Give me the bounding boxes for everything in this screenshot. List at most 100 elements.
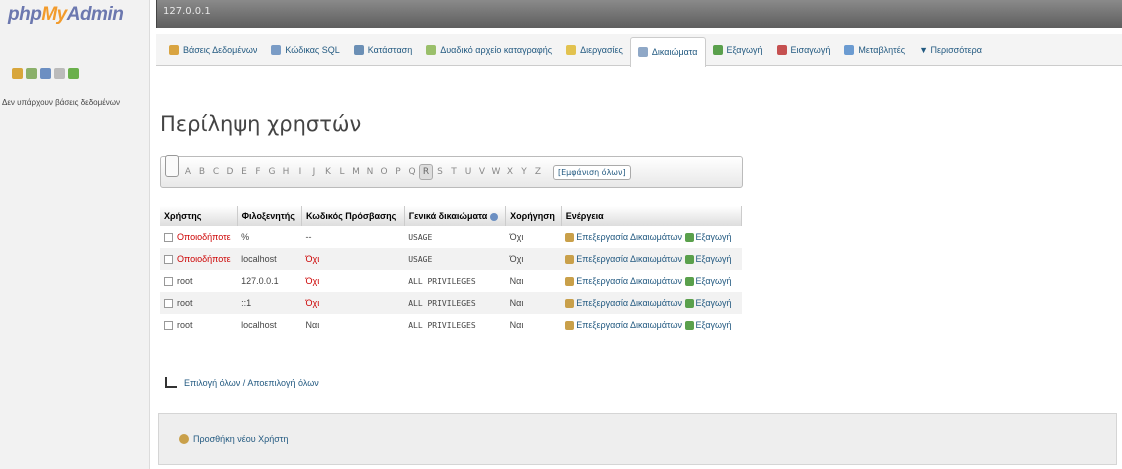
letter-r[interactable]: R xyxy=(419,164,433,180)
letter-j[interactable]: J xyxy=(307,167,321,177)
edit-privileges-link[interactable]: Επεξεργασία Δικαιωμάτων xyxy=(565,254,682,265)
processes-icon xyxy=(566,44,577,55)
table-header-row: Χρήστης Φιλοξενητής Κωδικός Πρόσβασης Γε… xyxy=(160,206,743,226)
row-checkbox[interactable] xyxy=(164,321,173,331)
host-cell: localhost xyxy=(237,248,302,270)
letter-k[interactable]: K xyxy=(321,167,335,177)
user-cell: Οποιοδήποτε xyxy=(160,226,238,248)
letter-w[interactable]: W xyxy=(489,167,503,177)
server-link[interactable]: 127.0.0.1 xyxy=(163,6,211,17)
edit-privileges-link[interactable]: Επεξεργασία Δικαιωμάτων xyxy=(565,320,682,331)
tab-sql[interactable]: Κώδικας SQL xyxy=(264,37,346,63)
grant-cell: Όχι xyxy=(505,226,562,248)
tab-export[interactable]: Εξαγωγή xyxy=(706,37,770,63)
edit-privileges-link[interactable]: Επεξεργασία Δικαιωμάτων xyxy=(565,232,682,243)
grant-cell: Ναι xyxy=(505,292,562,314)
letter-b[interactable]: B xyxy=(195,167,209,177)
letter-z[interactable]: Z xyxy=(531,167,545,177)
status-icon xyxy=(353,44,364,55)
show-all-button[interactable]: [Εμφάνιση όλων] xyxy=(553,164,631,180)
password-cell: Ναι xyxy=(301,314,405,336)
export-icon xyxy=(684,277,694,287)
arrow-icon xyxy=(162,377,178,389)
edit-icon xyxy=(565,321,575,331)
letter-d[interactable]: D xyxy=(223,167,237,177)
letter-u[interactable]: U xyxy=(461,167,475,177)
docs-icon[interactable] xyxy=(54,68,65,79)
action-cell: Επεξεργασία Δικαιωμάτων Εξαγωγή xyxy=(561,314,742,336)
edit-icon xyxy=(565,255,575,265)
help-icon[interactable] xyxy=(489,212,498,221)
tab-privileges[interactable]: Δικαιώματα xyxy=(629,36,706,67)
database-icon xyxy=(169,44,179,55)
letter-n[interactable]: N xyxy=(363,167,377,177)
password-cell: Όχι xyxy=(301,292,405,314)
password-cell: Όχι xyxy=(301,270,405,292)
user-name: root xyxy=(177,319,193,330)
home-icon[interactable] xyxy=(12,68,23,79)
letter-c[interactable]: C xyxy=(209,167,223,177)
letter-t[interactable]: T xyxy=(447,167,461,177)
letter-x[interactable]: X xyxy=(503,167,517,177)
reload-icon[interactable] xyxy=(68,68,79,79)
header-host[interactable]: Φιλοξενητής xyxy=(237,206,303,226)
export-link[interactable]: Εξαγωγή xyxy=(684,276,732,287)
table-row: Οποιοδήποτε localhost Όχι USAGE Όχι Επεξεργασ… xyxy=(160,248,742,270)
privileges-cell: USAGE xyxy=(404,226,506,248)
row-checkbox[interactable] xyxy=(164,255,173,265)
tab-more[interactable]: ▼ Περισσότερα xyxy=(912,37,989,63)
table-row: root 127.0.0.1 Όχι ALL PRIVILEGES Ναι Επεξεργ… xyxy=(160,270,742,292)
letter-q[interactable]: Q xyxy=(405,167,419,177)
export-link[interactable]: Εξαγωγή xyxy=(684,254,732,265)
edit-privileges-link[interactable]: Επεξεργασία Δικαιωμάτων xyxy=(565,276,682,287)
select-all-link[interactable]: Επιλογή όλων / Αποεπιλογή όλων xyxy=(184,378,319,388)
letter-o[interactable]: O xyxy=(377,167,391,177)
letter-v[interactable]: V xyxy=(475,167,489,177)
tab-status[interactable]: Κατάσταση xyxy=(347,37,419,63)
row-checkbox[interactable] xyxy=(164,233,173,243)
privileges-icon xyxy=(637,47,648,57)
tab-processes[interactable]: Διεργασίες xyxy=(559,37,630,63)
row-checkbox[interactable] xyxy=(164,299,173,309)
tab-variables[interactable]: Μεταβλητές xyxy=(837,37,912,63)
privileges-cell: ALL PRIVILEGES xyxy=(404,270,506,292)
grant-cell: Ναι xyxy=(505,314,562,336)
user-name: Οποιοδήποτε xyxy=(177,231,231,242)
letter-y[interactable]: Y xyxy=(517,167,531,177)
letter-a[interactable]: A xyxy=(181,167,195,177)
header-grant[interactable]: Χορήγηση xyxy=(505,206,562,226)
edit-privileges-link[interactable]: Επεξεργασία Δικαιωμάτων xyxy=(565,298,682,309)
help-icon[interactable] xyxy=(40,68,51,79)
add-user-icon xyxy=(179,434,189,444)
phpmyadmin-logo[interactable]: phpMyAdmin xyxy=(8,4,124,26)
tab-import[interactable]: Εισαγωγή xyxy=(770,37,838,63)
filter-handle[interactable] xyxy=(165,155,179,177)
letter-m[interactable]: M xyxy=(349,167,363,177)
letter-p[interactable]: P xyxy=(391,167,405,177)
export-link[interactable]: Εξαγωγή xyxy=(684,320,732,331)
row-checkbox[interactable] xyxy=(164,277,173,287)
letter-h[interactable]: H xyxy=(279,167,293,177)
tab-databases[interactable]: Βάσεις Δεδομένων xyxy=(162,37,264,63)
letter-e[interactable]: E xyxy=(237,167,251,177)
export-icon xyxy=(684,255,694,265)
letter-s[interactable]: S xyxy=(433,167,447,177)
host-cell: % xyxy=(237,226,302,248)
letter-g[interactable]: G xyxy=(265,167,279,177)
table-row: root localhost Ναι ALL PRIVILEGES Ναι Επεξεργ… xyxy=(160,314,742,336)
export-link[interactable]: Εξαγωγή xyxy=(684,232,732,243)
header-password[interactable]: Κωδικός Πρόσβασης xyxy=(301,206,405,226)
header-user[interactable]: Χρήστης xyxy=(160,206,238,226)
export-link[interactable]: Εξαγωγή xyxy=(684,298,732,309)
action-cell: Επεξεργασία Δικαιωμάτων Εξαγωγή xyxy=(561,248,742,270)
letter-f[interactable]: F xyxy=(251,167,265,177)
sql-query-icon[interactable] xyxy=(26,68,37,79)
header-action: Ενέργεια xyxy=(561,206,743,226)
header-privileges[interactable]: Γενικά δικαιώματα xyxy=(404,206,507,226)
letter-i[interactable]: I xyxy=(293,167,307,177)
page-title: Περίληψη χρηστών xyxy=(160,112,362,136)
user-cell: root xyxy=(160,270,238,292)
add-user-link[interactable]: Προσθήκη νέου Χρήστη xyxy=(179,434,288,444)
letter-l[interactable]: L xyxy=(335,167,349,177)
tab-binlog[interactable]: Δυαδικό αρχείο καταγραφής xyxy=(419,37,559,63)
